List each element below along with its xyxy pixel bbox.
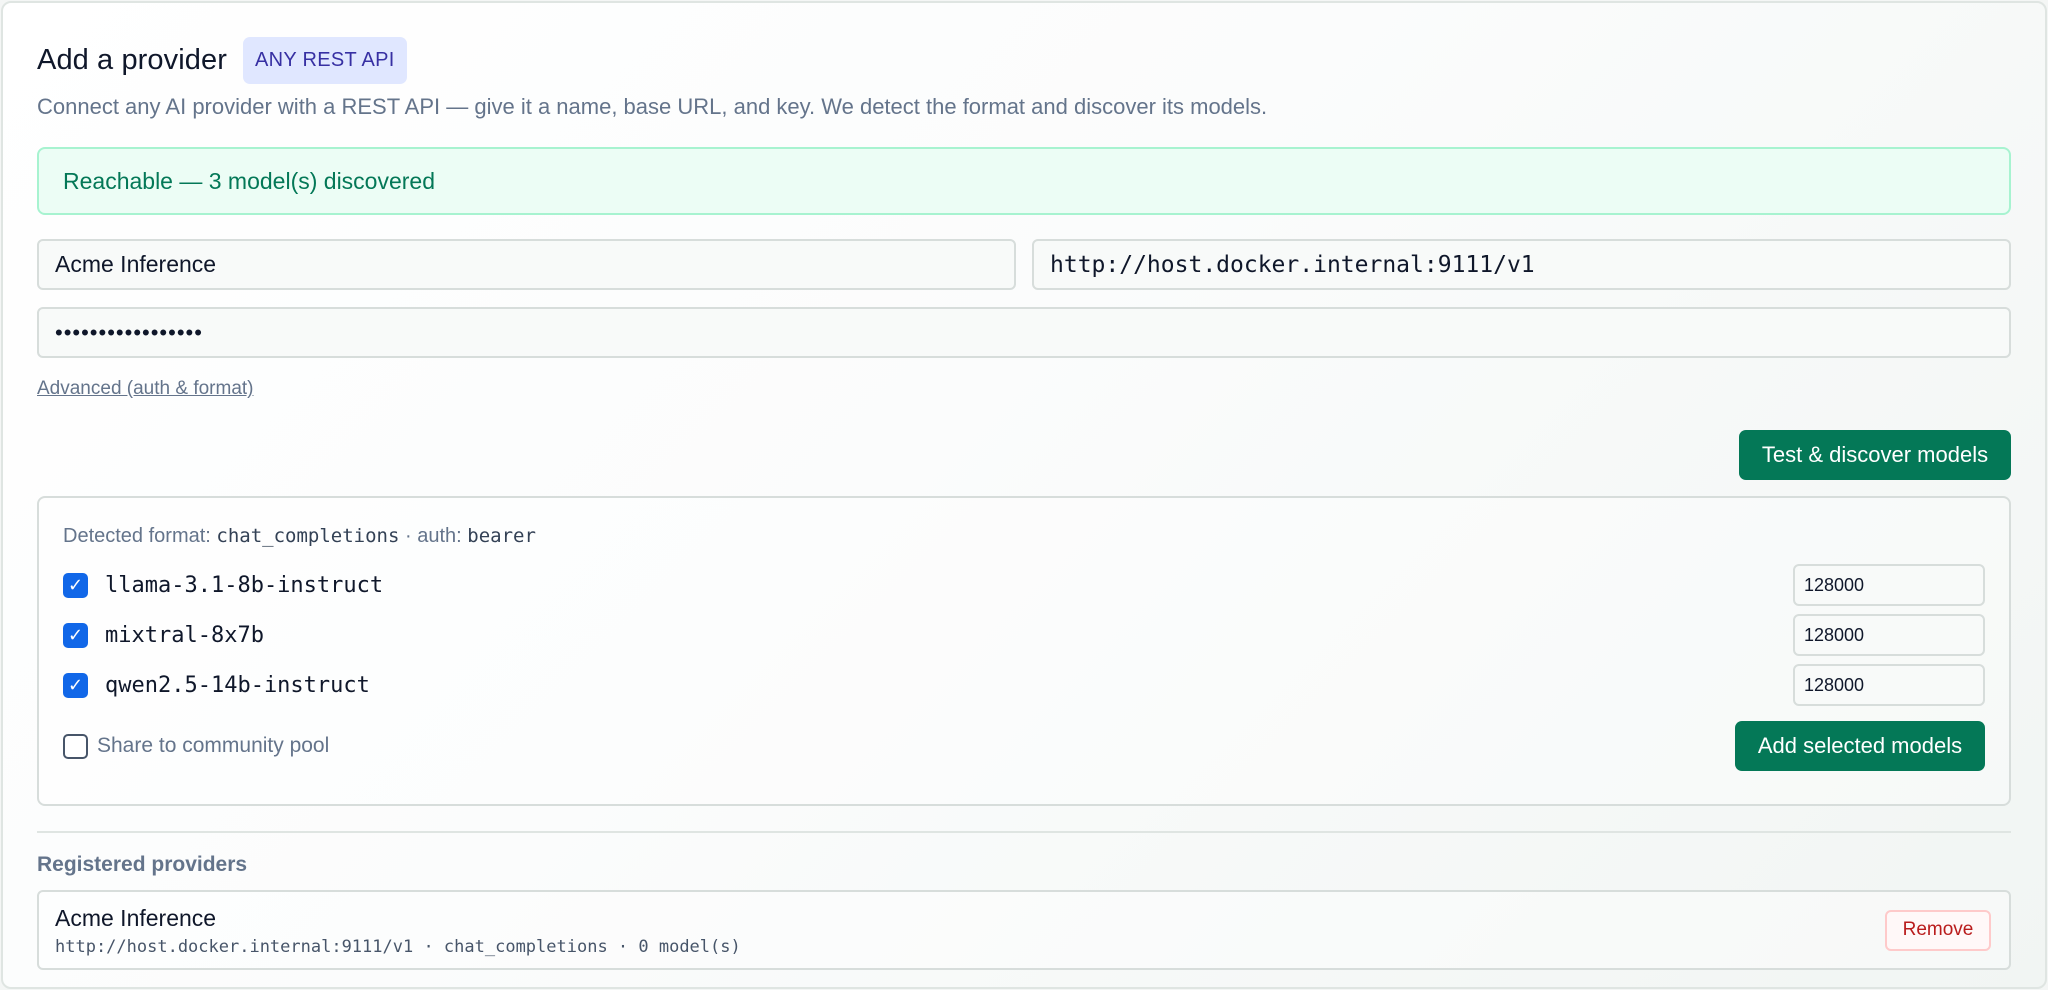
checkmark-icon: ✓ bbox=[67, 624, 84, 645]
name-url-row: Acme Inference http://host.docker.intern… bbox=[37, 239, 2011, 290]
registered-provider-name: Acme Inference bbox=[55, 905, 217, 931]
model-row: ✓ qwen2.5-14b-instruct 128000 bbox=[63, 660, 1985, 710]
page-title: Add a provider bbox=[37, 44, 228, 76]
advanced-settings-link[interactable]: Advanced (auth & format) bbox=[37, 378, 254, 400]
share-label: Share to community pool bbox=[97, 734, 330, 757]
detected-format-value: chat_completions bbox=[216, 525, 400, 547]
add-selected-models-button[interactable]: Add selected models bbox=[1735, 721, 1985, 771]
detected-format-line: Detected format: chat_completions · auth… bbox=[63, 525, 1985, 548]
model-name: mixtral-8x7b bbox=[105, 622, 264, 648]
context-length-value: 128000 bbox=[1804, 574, 1865, 595]
checkmark-icon: ✓ bbox=[67, 574, 84, 595]
section-divider bbox=[37, 831, 2011, 833]
model-checkbox[interactable]: ✓ bbox=[63, 572, 88, 598]
model-name: qwen2.5-14b-instruct bbox=[105, 672, 370, 698]
auth-value: bearer bbox=[467, 525, 536, 547]
page-subtitle: Connect any AI provider with a REST API … bbox=[37, 94, 1268, 119]
discovered-models-panel: Detected format: chat_completions · auth… bbox=[37, 496, 2011, 806]
context-length-input[interactable]: 128000 bbox=[1793, 614, 1985, 656]
registered-provider-item: Acme Inference http://host.docker.intern… bbox=[37, 890, 2011, 970]
base-url-input[interactable]: http://host.docker.internal:9111/v1 bbox=[1032, 239, 2011, 290]
share-checkbox[interactable] bbox=[63, 733, 88, 759]
card-header: Add a provider ANY REST API bbox=[37, 37, 2011, 84]
provider-name-input[interactable]: Acme Inference bbox=[37, 239, 1016, 290]
add-provider-card: Add a provider ANY REST API Connect any … bbox=[1, 1, 2047, 989]
api-key-value: ••••••••••••••••• bbox=[55, 319, 203, 345]
model-row: ✓ llama-3.1-8b-instruct 128000 bbox=[63, 560, 1985, 610]
test-row: Test & discover models bbox=[37, 430, 2011, 480]
status-alert: Reachable — 3 model(s) discovered bbox=[37, 147, 2011, 215]
base-url-value: http://host.docker.internal:9111/v1 bbox=[1050, 251, 1535, 278]
detected-format-label: Detected format: bbox=[63, 525, 211, 547]
provider-info: Acme Inference http://host.docker.intern… bbox=[55, 903, 1885, 957]
provider-name-value: Acme Inference bbox=[55, 251, 217, 277]
api-key-input[interactable]: ••••••••••••••••• bbox=[37, 307, 2011, 358]
model-checkbox[interactable]: ✓ bbox=[63, 672, 88, 698]
context-length-input[interactable]: 128000 bbox=[1793, 664, 1985, 706]
status-message: Reachable — 3 model(s) discovered bbox=[63, 167, 436, 194]
model-list: ✓ llama-3.1-8b-instruct 128000 ✓ mixtral… bbox=[63, 560, 1985, 710]
context-length-value: 128000 bbox=[1804, 674, 1865, 695]
context-length-value: 128000 bbox=[1804, 624, 1865, 645]
registered-providers-title: Registered providers bbox=[37, 853, 248, 876]
checkmark-icon: ✓ bbox=[67, 674, 84, 695]
model-row: ✓ mixtral-8x7b 128000 bbox=[63, 610, 1985, 660]
context-length-input[interactable]: 128000 bbox=[1793, 564, 1985, 606]
share-row: Share to community pool Add selected mod… bbox=[63, 721, 1985, 771]
rest-api-badge: ANY REST API bbox=[243, 37, 407, 84]
model-name: llama-3.1-8b-instruct bbox=[105, 572, 384, 598]
model-checkbox[interactable]: ✓ bbox=[63, 622, 88, 648]
test-discover-button[interactable]: Test & discover models bbox=[1739, 430, 2011, 480]
auth-label: · auth: bbox=[399, 525, 462, 547]
registered-provider-meta: http://host.docker.internal:9111/v1 · ch… bbox=[55, 937, 741, 957]
remove-provider-button[interactable]: Remove bbox=[1885, 909, 1991, 951]
